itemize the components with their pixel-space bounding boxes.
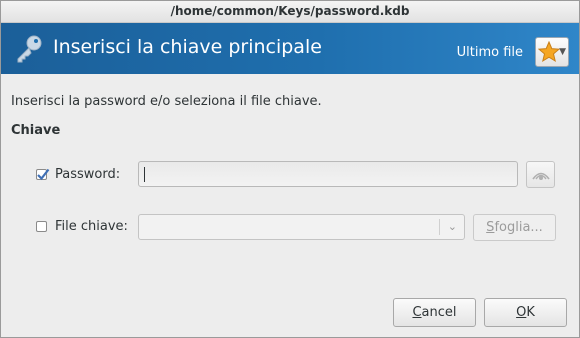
show-password-button[interactable] <box>526 161 555 188</box>
cancel-label: ancel <box>421 305 457 320</box>
star-icon <box>538 41 560 63</box>
text-caret <box>144 167 145 182</box>
ok-button[interactable]: OK <box>484 298 567 327</box>
recent-files-label: Ultimo file <box>456 45 523 60</box>
password-checkbox[interactable] <box>36 168 50 181</box>
section-title: Chiave <box>11 123 61 138</box>
header-banner: Inserisci la chiave principale Ultimo fi… <box>1 23 579 74</box>
instruction-text: Inserisci la password e/o seleziona il f… <box>11 94 322 109</box>
ok-label: K <box>526 305 535 320</box>
cancel-mnemonic: C <box>412 305 422 320</box>
keyfile-combobox[interactable]: ⌄ <box>138 214 465 240</box>
window-title: /home/common/Keys/password.kdb <box>1 1 579 23</box>
combo-separator <box>439 219 440 235</box>
keyfile-label: File chiave: <box>55 219 128 234</box>
password-input[interactable] <box>138 161 518 187</box>
browse-button[interactable]: Sfoglia... <box>473 214 556 241</box>
ok-mnemonic: O <box>516 305 527 320</box>
password-label: Password: <box>55 167 121 182</box>
eye-icon <box>532 172 550 180</box>
key-icon <box>14 34 44 64</box>
keyfile-checkbox[interactable] <box>36 221 47 232</box>
chevron-down-icon: ▼ <box>559 47 566 57</box>
checkmark-icon <box>37 168 50 181</box>
banner-heading: Inserisci la chiave principale <box>53 36 322 58</box>
cancel-button[interactable]: Cancel <box>393 298 476 327</box>
recent-files-button[interactable]: ▼ <box>535 37 569 67</box>
browse-label: foglia... <box>494 220 543 235</box>
chevron-down-icon: ⌄ <box>447 220 457 233</box>
